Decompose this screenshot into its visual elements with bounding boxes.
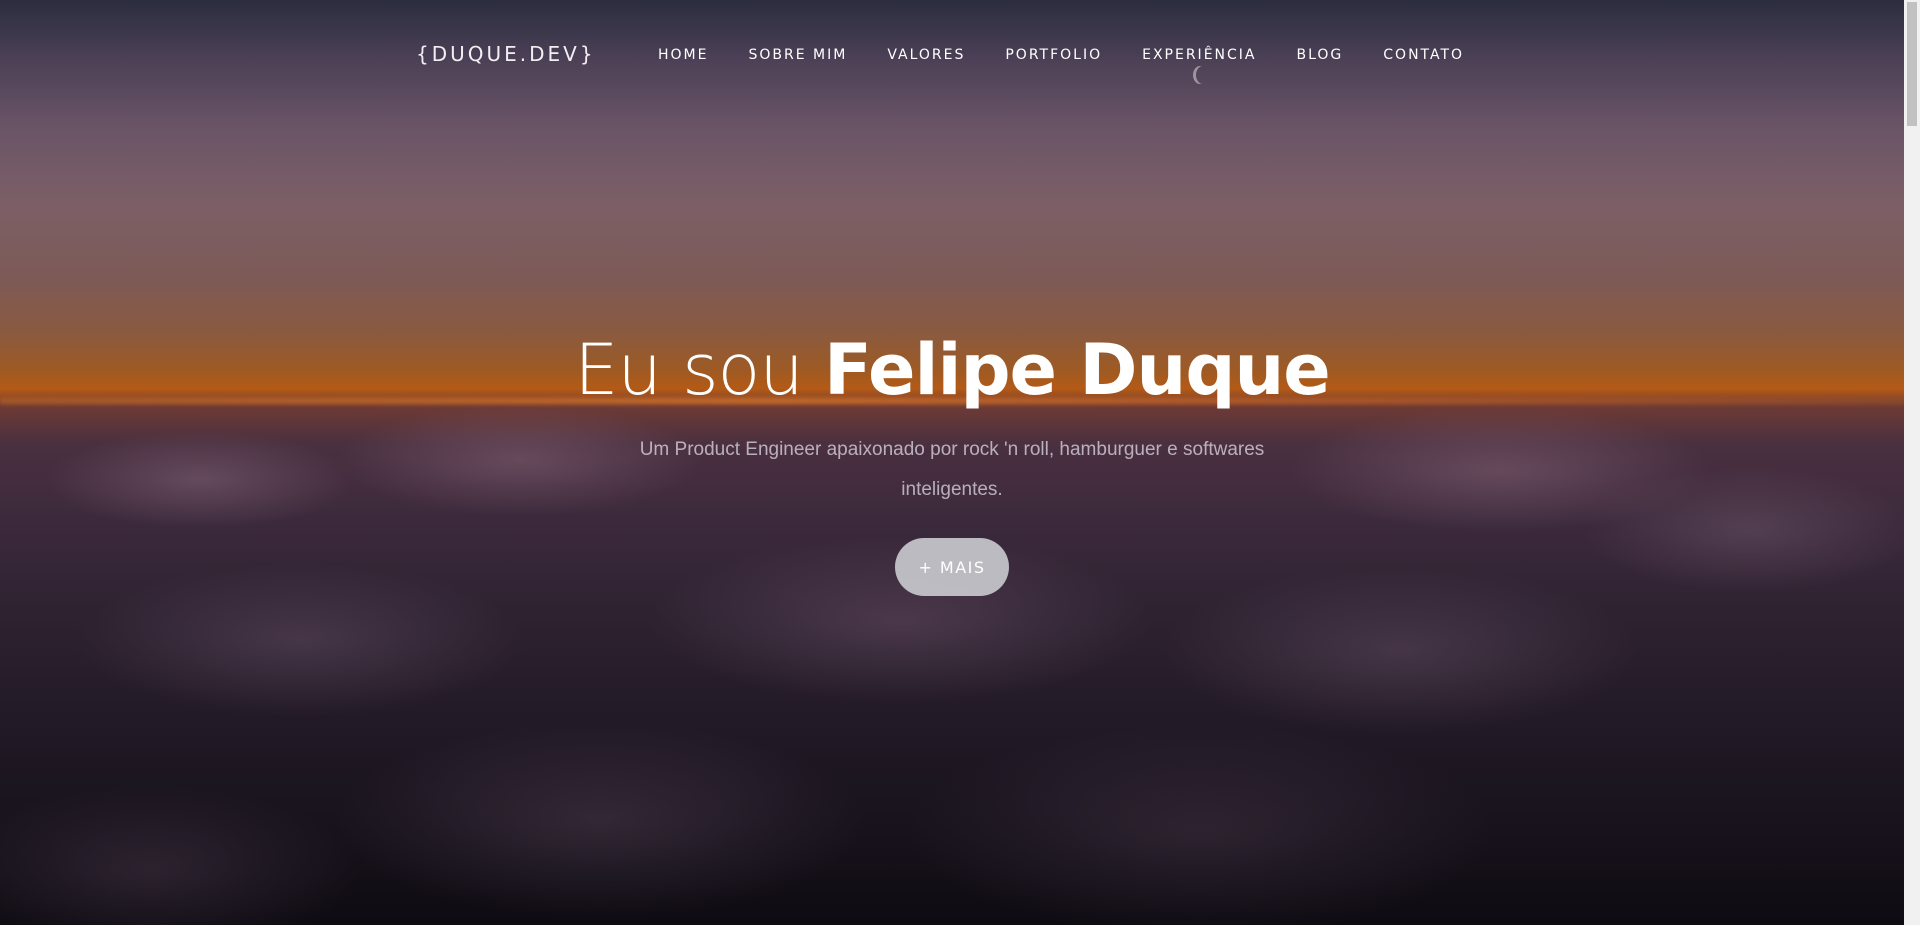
nav-item-blog: BLOG — [1297, 46, 1384, 64]
nav-link-sobre-mim[interactable]: SOBRE MIM — [748, 46, 847, 64]
nav-item-experiencia: EXPERIÊNCIA — [1142, 46, 1296, 64]
page-scrollbar[interactable] — [1904, 0, 1920, 925]
nav-item-portfolio: PORTFOLIO — [1005, 46, 1142, 64]
navbar: {DUQUE.DEV} HOME SOBRE MIM VALORES PORTF… — [0, 0, 1904, 110]
nav-link-blog[interactable]: BLOG — [1297, 46, 1344, 64]
nav-link-experiencia[interactable]: EXPERIÊNCIA — [1142, 46, 1256, 64]
hero-subtitle: Um Product Engineer apaixonado por rock … — [639, 439, 1265, 500]
more-button[interactable]: + MAIS — [895, 538, 1009, 596]
nav-item-sobre-mim: SOBRE MIM — [748, 46, 887, 64]
brand-logo[interactable]: {DUQUE.DEV} — [416, 42, 596, 66]
hero-title: Eu sou Felipe Duque — [0, 320, 1904, 420]
nav-link-contato[interactable]: CONTATO — [1383, 46, 1464, 64]
hero-section: Eu sou Felipe Duque Um Product Engineer … — [0, 320, 1904, 596]
main-nav: HOME SOBRE MIM VALORES PORTFOLIO EXPERIÊ… — [658, 46, 1504, 64]
page: {DUQUE.DEV} HOME SOBRE MIM VALORES PORTF… — [0, 0, 1920, 925]
nav-link-home[interactable]: HOME — [658, 46, 708, 64]
nav-item-contato: CONTATO — [1383, 46, 1504, 64]
hero-title-prefix: Eu sou — [574, 329, 824, 411]
nav-item-valores: VALORES — [887, 46, 1005, 64]
nav-item-home: HOME — [658, 46, 748, 64]
hero-title-name: Felipe Duque — [824, 329, 1331, 411]
scrollbar-thumb[interactable] — [1907, 2, 1917, 126]
nav-link-valores[interactable]: VALORES — [887, 46, 965, 64]
nav-link-portfolio[interactable]: PORTFOLIO — [1005, 46, 1102, 64]
